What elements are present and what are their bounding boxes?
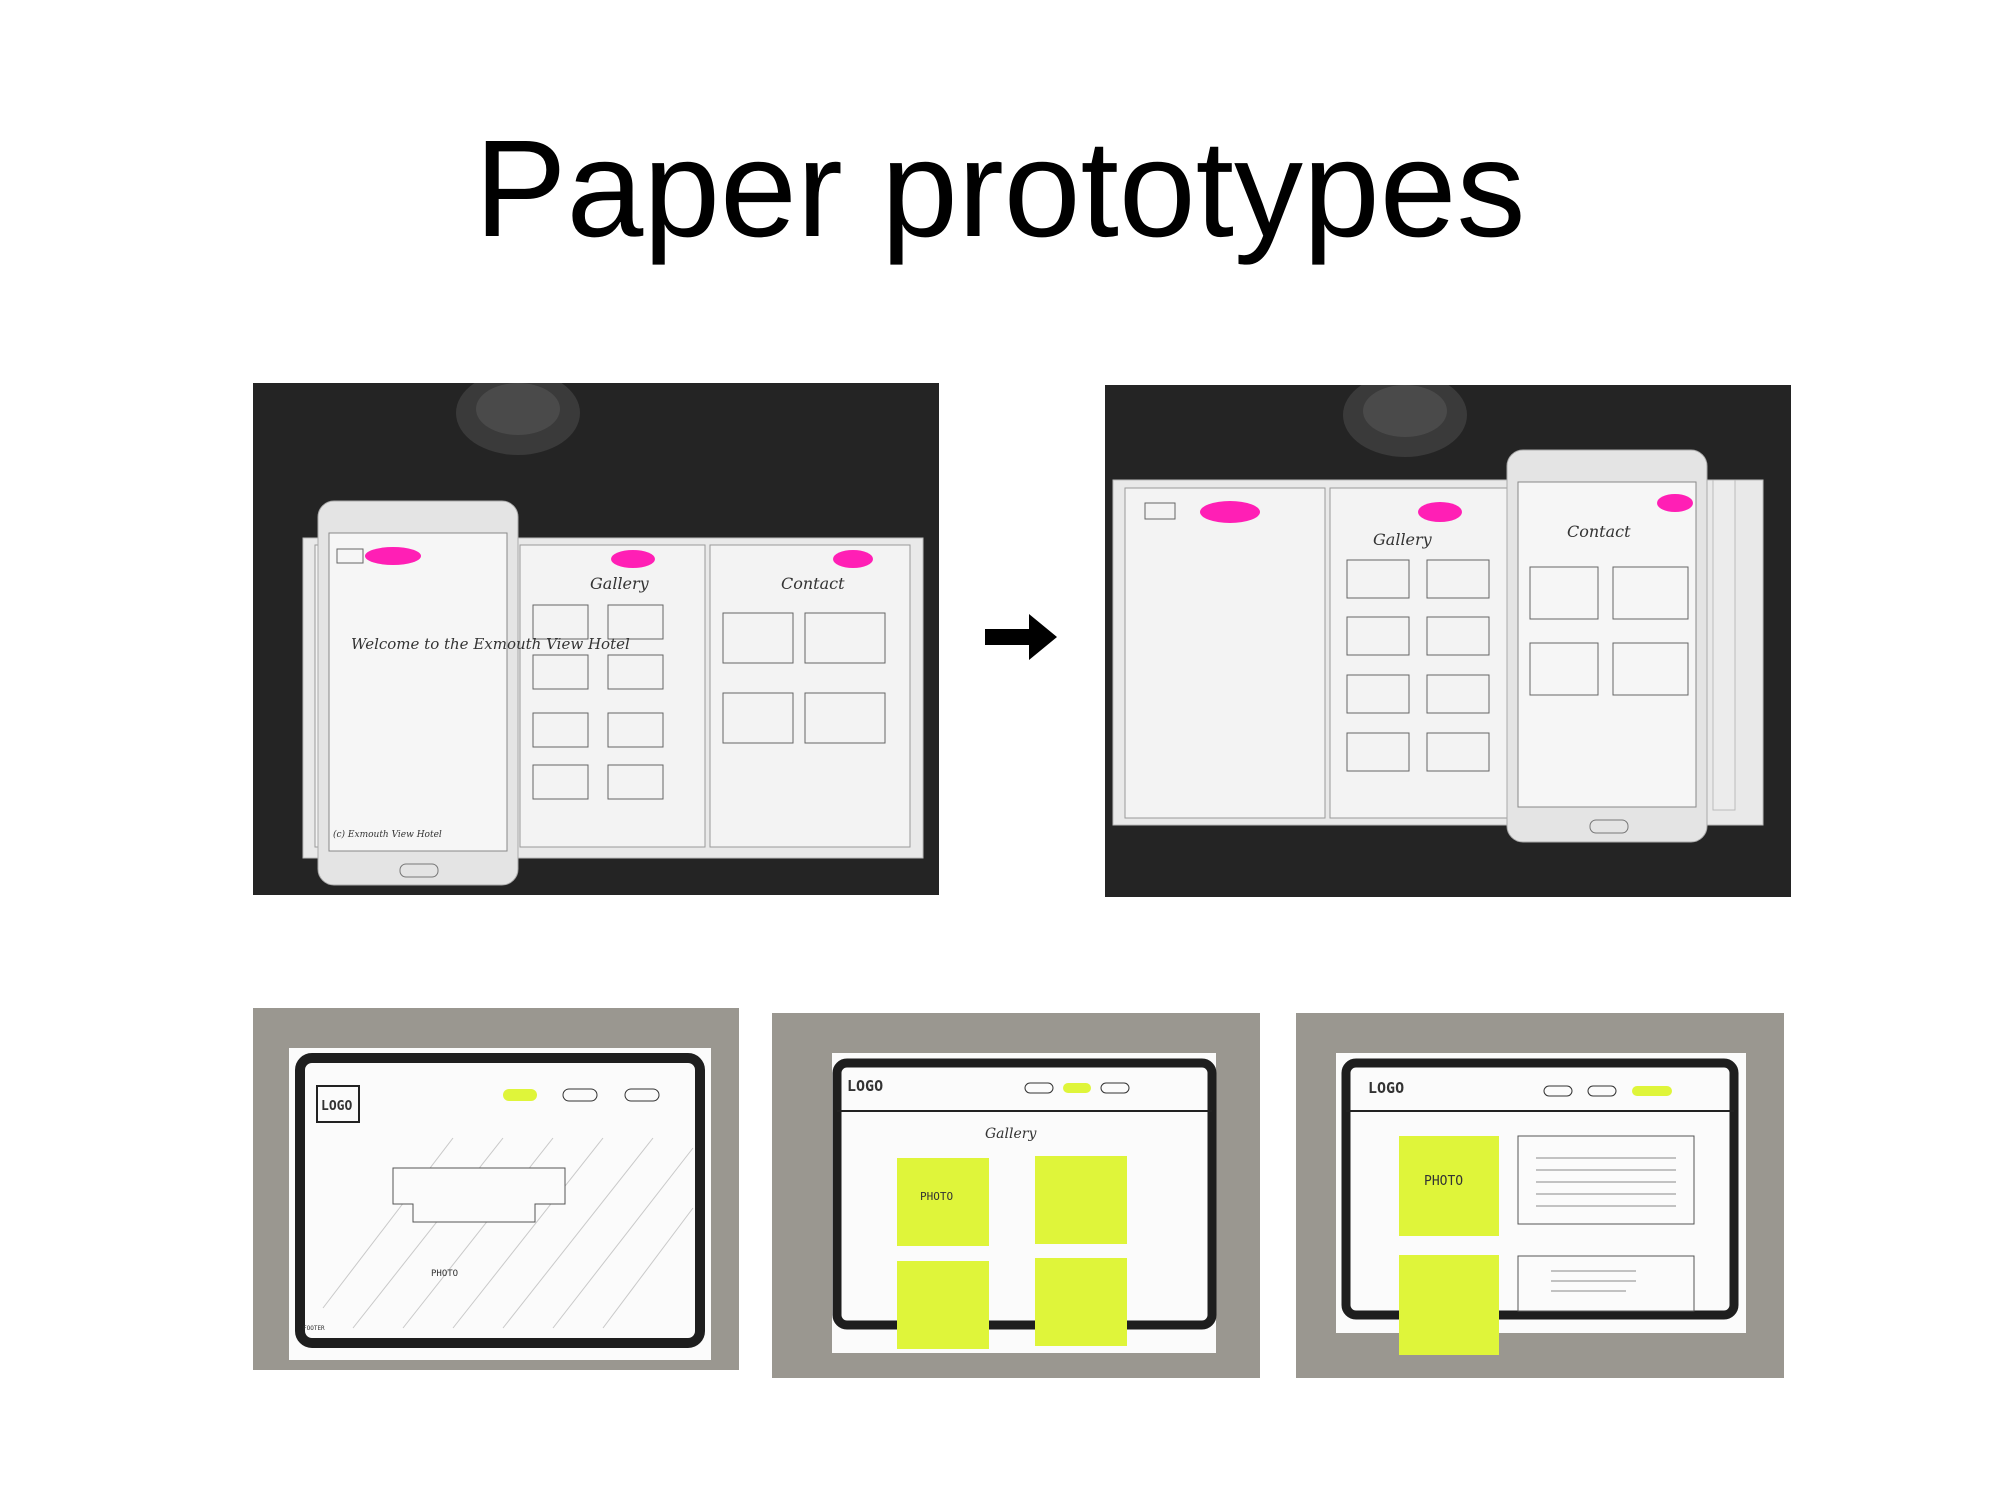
- photo-sticky-2: [1035, 1156, 1127, 1244]
- sticky-tab-front-page: [365, 547, 421, 565]
- photo-label-contact: PHOTO: [1424, 1174, 1463, 1189]
- mobile-prototype-drawing-2: Gallery Contact: [1105, 385, 1791, 897]
- gallery-heading-desktop: Gallery: [985, 1126, 1037, 1142]
- footer-text-1: (c) Exmouth View Hotel: [333, 829, 442, 840]
- gallery-heading: Gallery: [590, 574, 650, 593]
- sticky-tab-gallery-2: [1418, 502, 1462, 522]
- sticky-tab-contact: [833, 550, 873, 568]
- logo-box-home: LOGO: [321, 1099, 352, 1114]
- photo-sticky-contact-2: [1399, 1255, 1499, 1355]
- transition-arrow-icon: [985, 614, 1057, 660]
- mobile-prototype-photo-1: Gallery Contact Welcome to the Exmouth V…: [253, 383, 939, 895]
- sticky-tab-gallery: [611, 550, 655, 568]
- contact-heading-2: Contact: [1567, 522, 1631, 541]
- desktop-gallery-prototype-photo: LOGO Gallery PHOTO: [772, 1013, 1260, 1378]
- desktop-contact-prototype-photo: LOGO PHOTO: [1296, 1013, 1784, 1378]
- desktop-home-prototype-photo: LOGO PHOTO FOOTER: [253, 1008, 739, 1370]
- footer-word-home: FOOTER: [303, 1325, 325, 1332]
- photo-sticky-3: [897, 1261, 989, 1349]
- logo-gallery: LOGO: [847, 1077, 883, 1095]
- photo-sticky-4: [1035, 1258, 1127, 1346]
- desktop-contact-drawing: LOGO PHOTO: [1296, 1013, 1784, 1378]
- contact-heading: Contact: [781, 574, 845, 593]
- home-heading: Welcome to the Exmouth View Hotel: [351, 635, 630, 653]
- mobile-prototype-photo-2: Gallery Contact: [1105, 385, 1791, 897]
- gallery-heading-2: Gallery: [1373, 530, 1433, 549]
- logo-contact: LOGO: [1368, 1079, 1404, 1097]
- photo-label-home: PHOTO: [431, 1269, 458, 1279]
- sticky-tab-front-page-2: [1200, 501, 1260, 523]
- mobile-prototype-drawing-1: Gallery Contact Welcome to the Exmouth V…: [253, 383, 939, 895]
- slide-title: Paper prototypes: [474, 112, 1526, 266]
- desktop-gallery-drawing: LOGO Gallery PHOTO: [772, 1013, 1260, 1378]
- photo-label-gallery: PHOTO: [920, 1190, 953, 1203]
- desktop-home-drawing: LOGO PHOTO FOOTER: [253, 1008, 739, 1370]
- sticky-tab-contact-2: [1657, 494, 1693, 512]
